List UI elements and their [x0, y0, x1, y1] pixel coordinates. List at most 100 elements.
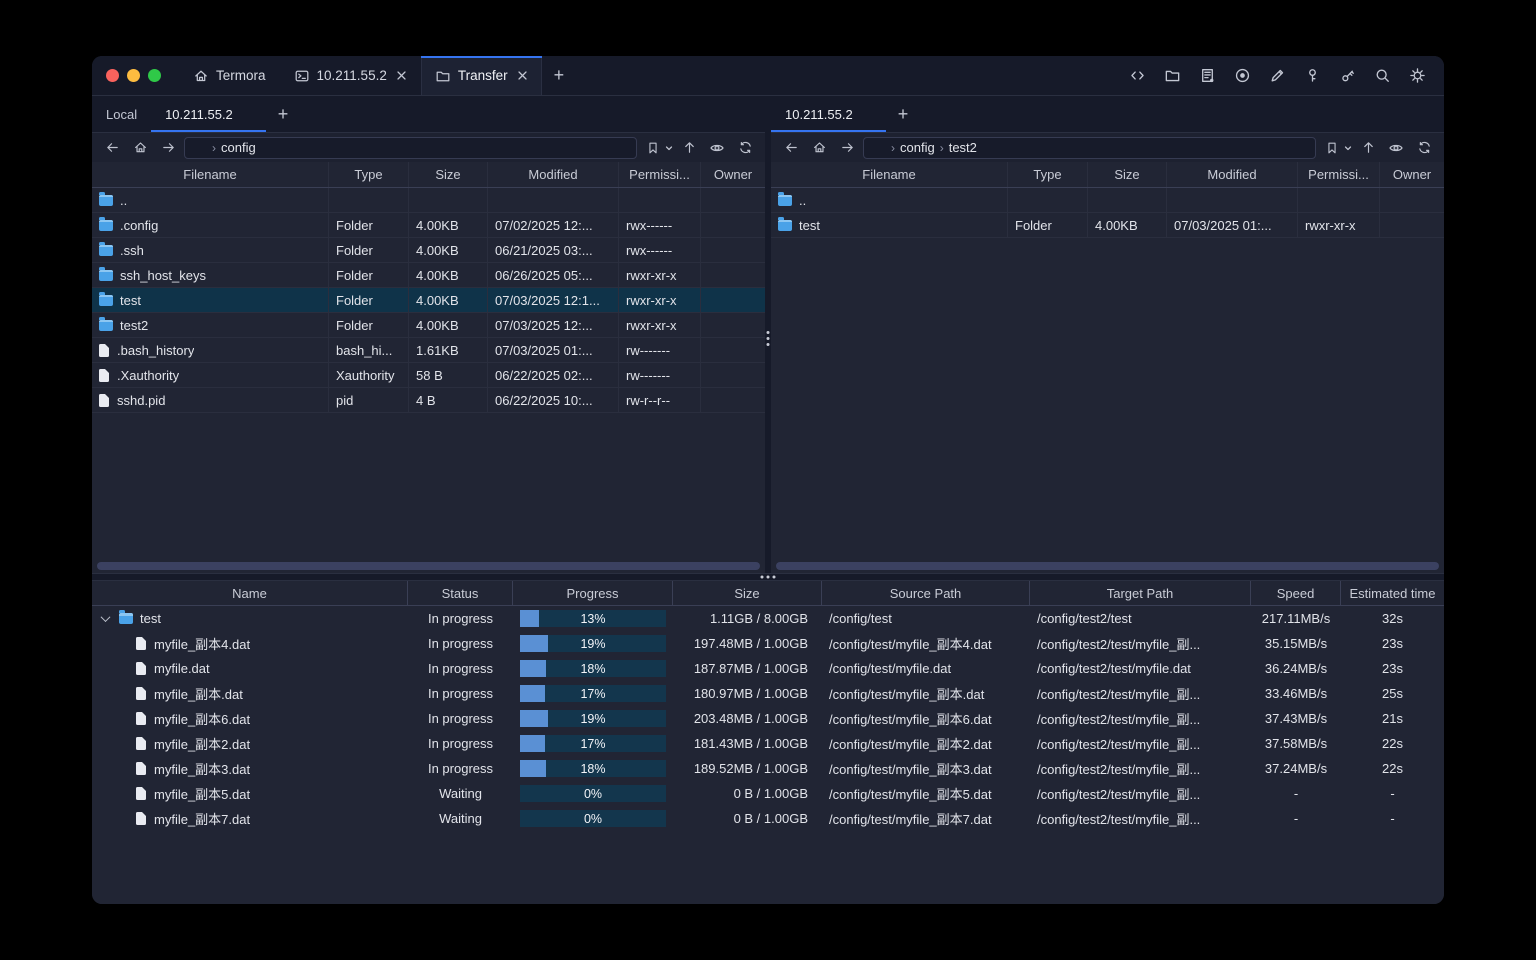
keychain-icon[interactable] — [1334, 63, 1360, 89]
forward-icon[interactable] — [156, 137, 180, 159]
path-breadcrumb[interactable]: › config — [184, 136, 637, 159]
column-header[interactable]: Estimated time — [1341, 581, 1444, 605]
chevron-down-icon[interactable] — [616, 142, 628, 154]
file-row[interactable]: test Folder 4.00KB 07/03/2025 01:... rwxr-xr… — [771, 213, 1444, 238]
transfer-row[interactable]: myfile_副本6.dat In progress 19% 203.48MB / 1… — [92, 706, 1444, 731]
file-row[interactable]: .. — [771, 188, 1444, 213]
file-row[interactable]: .Xauthority Xauthority 58 B 06/22/2025 02:.… — [92, 363, 765, 388]
tab-host[interactable]: 10.211.55.2 — [280, 56, 421, 95]
column-header[interactable]: Progress — [513, 581, 673, 605]
back-icon[interactable] — [779, 137, 803, 159]
refresh-icon[interactable] — [1412, 137, 1436, 159]
folder-icon[interactable] — [1159, 63, 1185, 89]
transfer-row[interactable]: myfile.dat In progress 18% 187.87MB / 1.00G… — [92, 656, 1444, 681]
horizontal-splitter[interactable] — [92, 573, 1444, 581]
bookmark-caret-icon[interactable] — [1344, 144, 1352, 152]
expand-chevron-icon[interactable] — [100, 612, 111, 623]
horizontal-scrollbar[interactable] — [97, 562, 760, 570]
close-tab-icon[interactable] — [517, 70, 528, 81]
code-icon[interactable] — [1124, 63, 1150, 89]
close-tab-icon[interactable] — [242, 109, 252, 119]
home-icon[interactable] — [128, 137, 152, 159]
file-row[interactable]: .. — [92, 188, 765, 213]
search-icon[interactable] — [1369, 63, 1395, 89]
column-header[interactable]: Type — [329, 162, 409, 187]
column-header[interactable]: Filename — [92, 162, 329, 187]
transfer-name: myfile_副本5.dat — [154, 787, 251, 802]
column-header[interactable]: Size — [673, 581, 822, 605]
file-row[interactable]: test2 Folder 4.00KB 07/03/2025 12:... rwxr-x… — [92, 313, 765, 338]
transfer-size: 1.11GB / 8.00GB — [709, 611, 808, 626]
home-icon[interactable] — [807, 137, 831, 159]
column-header[interactable]: Permissi... — [619, 162, 701, 187]
new-panel-tab-button[interactable]: + — [886, 96, 921, 132]
bookmark-icon[interactable] — [1320, 137, 1344, 159]
file-row[interactable]: .ssh Folder 4.00KB 06/21/2025 03:... rwx----… — [92, 238, 765, 263]
file-row[interactable]: ssh_host_keys Folder 4.00KB 06/26/2025 05:.… — [92, 263, 765, 288]
panel-tab-host[interactable]: 10.211.55.2 — [771, 96, 886, 132]
column-header[interactable]: Permissi... — [1298, 162, 1380, 187]
transfer-row[interactable]: myfile_副本3.dat In progress 18% 189.52MB / 1… — [92, 756, 1444, 781]
column-header[interactable]: Owner — [1380, 162, 1444, 187]
column-header[interactable]: Status — [408, 581, 513, 605]
file-row[interactable]: test Folder 4.00KB 07/03/2025 12:1... rwxr-x… — [92, 288, 765, 313]
upload-icon[interactable] — [677, 137, 701, 159]
breadcrumb-segment[interactable]: test2 — [949, 140, 977, 155]
transfer-row[interactable]: myfile_副本2.dat In progress 17% 181.43MB / 1… — [92, 731, 1444, 756]
new-panel-tab-button[interactable]: + — [266, 96, 301, 132]
file-row[interactable]: sshd.pid pid 4 B 06/22/2025 10:... rw-r--r-- — [92, 388, 765, 413]
column-header[interactable]: Type — [1008, 162, 1088, 187]
forward-icon[interactable] — [835, 137, 859, 159]
edit-icon[interactable] — [1264, 63, 1290, 89]
upload-icon[interactable] — [1356, 137, 1380, 159]
file-row[interactable]: .config Folder 4.00KB 07/02/2025 12:... rwx-… — [92, 213, 765, 238]
path-breadcrumb[interactable]: › config › test2 — [863, 136, 1316, 159]
panel-tab-host[interactable]: 10.211.55.2 — [151, 96, 266, 132]
column-header[interactable]: Speed — [1251, 581, 1341, 605]
file-type: Folder — [329, 288, 409, 312]
breadcrumb-segment[interactable]: config — [900, 140, 935, 155]
tab-transfer[interactable]: Transfer — [420, 56, 542, 95]
column-header[interactable]: Filename — [771, 162, 1008, 187]
key-icon[interactable] — [1299, 63, 1325, 89]
close-window-button[interactable] — [106, 69, 119, 82]
column-header[interactable]: Size — [1088, 162, 1167, 187]
column-header[interactable]: Owner — [701, 162, 765, 187]
transfer-row[interactable]: myfile_副本.dat In progress 17% 180.97MB / 1.… — [92, 681, 1444, 706]
column-header[interactable]: Name — [92, 581, 408, 605]
close-tab-icon[interactable] — [396, 70, 407, 81]
column-header[interactable]: Source Path — [822, 581, 1030, 605]
back-icon[interactable] — [100, 137, 124, 159]
show-hidden-icon[interactable] — [705, 137, 729, 159]
bookmark-icon[interactable] — [641, 137, 665, 159]
file-row[interactable]: .bash_history bash_hi... 1.61KB 07/03/2025 … — [92, 338, 765, 363]
refresh-icon[interactable] — [733, 137, 757, 159]
settings-icon[interactable] — [1404, 63, 1430, 89]
bookmark-caret-icon[interactable] — [665, 144, 673, 152]
transfer-row[interactable]: test In progress 13% 1.11GB / 8.00GB/config… — [92, 606, 1444, 631]
file-icon — [99, 368, 109, 382]
breadcrumb-segment[interactable]: config — [221, 140, 256, 155]
new-tab-button[interactable]: + — [542, 56, 577, 95]
close-tab-icon[interactable] — [862, 109, 872, 119]
column-header[interactable]: Target Path — [1030, 581, 1251, 605]
zoom-window-button[interactable] — [148, 69, 161, 82]
transfer-row[interactable]: myfile_副本4.dat In progress 19% 197.48MB / 1… — [92, 631, 1444, 656]
transfer-status: Waiting — [439, 811, 482, 826]
show-hidden-icon[interactable] — [1384, 137, 1408, 159]
minimize-window-button[interactable] — [127, 69, 140, 82]
column-header[interactable]: Modified — [1167, 162, 1298, 187]
transfer-row[interactable]: myfile_副本5.dat Waiting 0% 0 B / 1.00GB/conf… — [92, 781, 1444, 806]
column-header[interactable]: Modified — [488, 162, 619, 187]
log-icon[interactable] — [1194, 63, 1220, 89]
horizontal-scrollbar[interactable] — [776, 562, 1439, 570]
column-header[interactable]: Size — [409, 162, 488, 187]
transfer-row[interactable]: myfile_副本7.dat Waiting 0% 0 B / 1.00GB/conf… — [92, 806, 1444, 831]
left-toolbar: › config — [92, 133, 765, 162]
record-icon[interactable] — [1229, 63, 1255, 89]
transfer-size: 203.48MB / 1.00GB — [693, 711, 808, 726]
tab-termora[interactable]: Termora — [179, 56, 280, 95]
chevron-down-icon[interactable] — [1295, 142, 1307, 154]
panel-tab-local[interactable]: Local — [92, 96, 151, 132]
file-icon — [99, 393, 109, 407]
